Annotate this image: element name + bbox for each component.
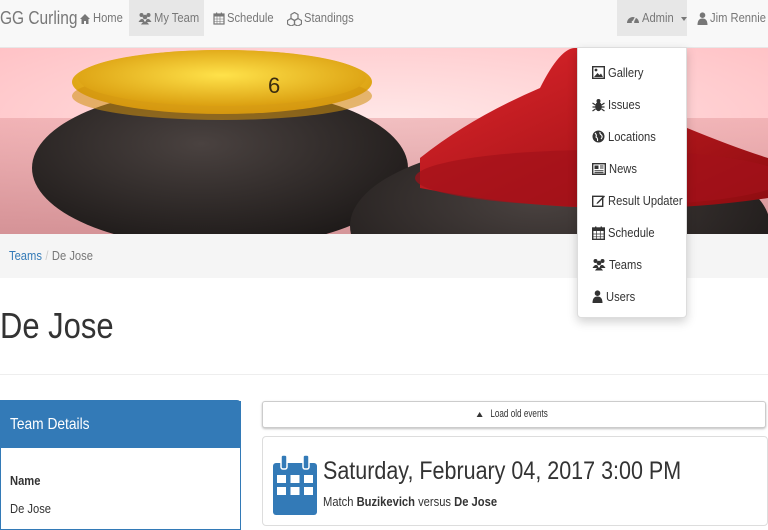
user-icon xyxy=(697,12,708,26)
event-date: Saturday, February 04, 2017 3:00 PM xyxy=(323,457,682,485)
nav-my-team[interactable]: My Team xyxy=(129,0,204,36)
nav-admin-toggle[interactable]: Admin xyxy=(617,0,687,36)
menu-item-teams-label: Teams xyxy=(609,256,642,272)
edit-icon xyxy=(591,195,605,208)
menu-item-result-updater[interactable]: Result Updater xyxy=(591,189,695,211)
nav-home-label: Home xyxy=(93,10,123,25)
calendar-icon xyxy=(273,455,317,515)
nav-my-team-label: My Team xyxy=(154,10,200,25)
menu-item-users[interactable]: Users xyxy=(592,285,640,307)
chevron-down-icon xyxy=(680,16,687,21)
nav-user-label: Jim Rennie xyxy=(710,10,766,25)
chevron-up-icon xyxy=(476,411,483,417)
globe-icon xyxy=(592,130,605,143)
menu-item-schedule-label: Schedule xyxy=(608,224,655,240)
top-navbar: GG Curling Home My Team Schedule Standin… xyxy=(0,0,768,48)
nav-home[interactable]: Home xyxy=(79,0,123,36)
picture-icon xyxy=(591,66,606,80)
menu-item-locations-label: Locations xyxy=(608,128,656,144)
menu-item-news-label: News xyxy=(609,160,637,176)
event-team-1: Buzikevich xyxy=(356,494,415,509)
nav-schedule-label: Schedule xyxy=(227,10,274,25)
event-card: Saturday, February 04, 2017 3:00 PM Matc… xyxy=(262,436,768,526)
page-title: De Jose xyxy=(0,305,114,346)
bug-icon xyxy=(592,98,605,112)
admin-dropdown-menu: Gallery Issues Locations News Result Upd… xyxy=(577,47,687,318)
menu-item-result-updater-label: Result Updater xyxy=(608,192,683,208)
divider xyxy=(0,374,768,375)
calendar-icon xyxy=(591,226,606,240)
event-match-line: Match Buzikevich versus De Jose xyxy=(323,494,497,509)
users-icon xyxy=(138,13,152,25)
menu-item-locations[interactable]: Locations xyxy=(592,125,664,147)
event-team-2: De Jose xyxy=(454,494,498,509)
tachometer-icon xyxy=(627,16,639,24)
nav-user-toggle[interactable]: Jim Rennie xyxy=(697,0,768,36)
nav-standings[interactable]: Standings xyxy=(286,0,357,36)
nav-schedule[interactable]: Schedule xyxy=(213,0,274,36)
event-versus: versus xyxy=(418,494,452,509)
team-details-heading-text: Team Details xyxy=(10,416,90,433)
load-old-events-button[interactable]: Load old events xyxy=(262,401,766,428)
menu-item-schedule[interactable]: Schedule xyxy=(591,221,662,243)
nav-admin-label: Admin xyxy=(642,10,674,25)
users-icon xyxy=(592,259,606,271)
breadcrumb-current: De Jose xyxy=(51,248,93,263)
menu-item-issues-label: Issues xyxy=(608,96,641,112)
team-name-value: De Jose xyxy=(10,501,52,516)
menu-item-gallery-label: Gallery xyxy=(608,64,644,80)
home-icon xyxy=(80,13,90,24)
menu-item-teams[interactable]: Teams xyxy=(592,253,647,275)
team-details-heading: Team Details xyxy=(1,401,241,448)
cubes-icon xyxy=(286,11,303,27)
brand-link[interactable]: GG Curling xyxy=(0,0,77,36)
breadcrumb-teams-link[interactable]: Teams xyxy=(9,248,42,263)
event-match-prefix: Match xyxy=(323,494,354,509)
calendar-icon xyxy=(213,12,225,25)
menu-item-users-label: Users xyxy=(606,288,636,304)
team-name-label: Name xyxy=(10,473,41,488)
menu-item-news[interactable]: News xyxy=(591,157,642,179)
newspaper-icon xyxy=(591,162,607,175)
nav-standings-label: Standings xyxy=(304,10,354,25)
breadcrumb-separator: / xyxy=(45,248,49,263)
menu-item-gallery[interactable]: Gallery xyxy=(591,61,649,83)
stone-number: 6 xyxy=(268,73,280,98)
load-old-events-label: Load old events xyxy=(490,408,548,420)
user-icon xyxy=(592,290,603,304)
team-details-panel: Team Details Name De Jose xyxy=(0,400,241,530)
menu-item-issues[interactable]: Issues xyxy=(592,93,646,115)
